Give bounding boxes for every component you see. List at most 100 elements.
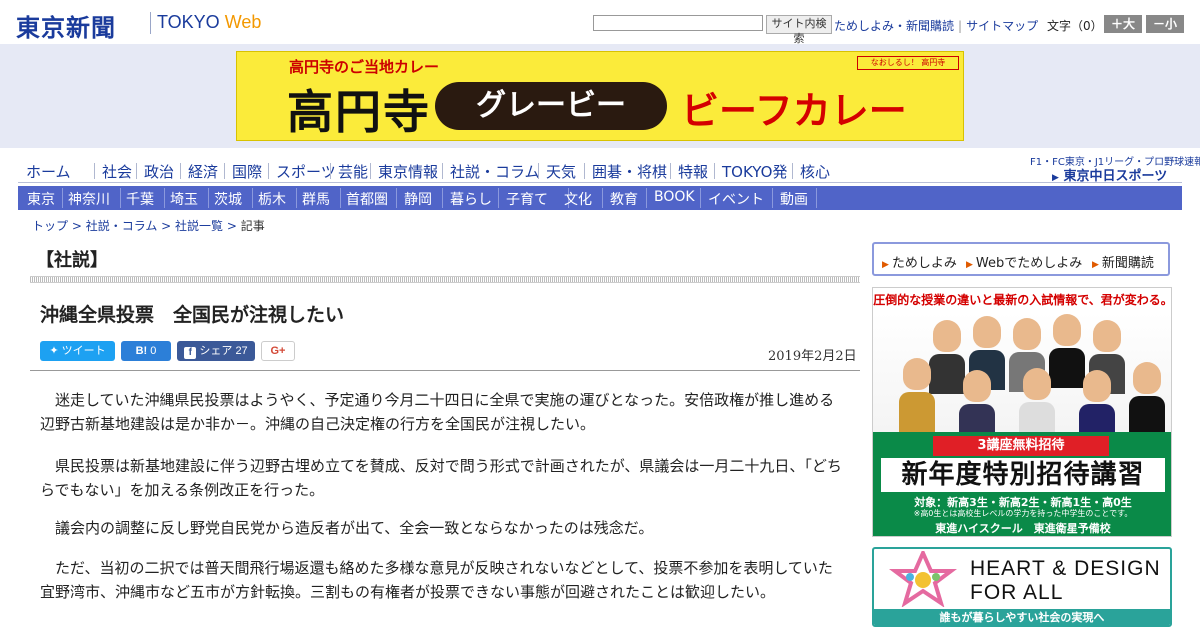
nav-tokyo[interactable]: 東京 bbox=[27, 189, 55, 209]
breadcrumb-editorial-column[interactable]: 社説・コラム bbox=[86, 219, 158, 233]
toshin-ad[interactable]: 圧倒的な授業の違いと最新の入試情報で、君が変わる。 3講座無料招待 新年度特別招… bbox=[872, 287, 1172, 537]
article-date: 2019年2月2日 bbox=[768, 349, 857, 364]
nav-shizuoka[interactable]: 静岡 bbox=[404, 189, 432, 209]
font-smaller-button[interactable]: －小 bbox=[1146, 15, 1184, 33]
subscription-links-box: ▶ ためしよみ ▶ Webでためしよみ ▶ 新聞購読 bbox=[872, 242, 1170, 276]
nav-tokyo-info[interactable]: 東京情報 bbox=[378, 161, 438, 182]
site-logo-en[interactable]: TOKYO Web bbox=[157, 12, 261, 33]
nav-kakushin[interactable]: 核心 bbox=[800, 161, 830, 182]
nav-parenting[interactable]: 子育て bbox=[506, 189, 548, 209]
nav-divider bbox=[296, 188, 297, 208]
facebook-share-count: 27 bbox=[235, 345, 248, 357]
nav-education[interactable]: 教育 bbox=[610, 189, 638, 209]
nav-divider bbox=[224, 163, 225, 179]
nav-divider bbox=[330, 163, 331, 179]
web-trial-read-label: Webでためしよみ bbox=[975, 256, 1083, 271]
nav-book[interactable]: BOOK bbox=[654, 189, 695, 205]
nav-tochigi[interactable]: 栃木 bbox=[258, 189, 286, 209]
nav-divider bbox=[442, 163, 443, 179]
nav-divider bbox=[816, 188, 817, 208]
toshin-note: ※高0生とは高校生レベルの学力を持った中学生のことです。 bbox=[913, 509, 1133, 518]
arrow-right-icon: ▶ bbox=[1052, 173, 1059, 183]
chunichi-sports-link[interactable]: ▶ 東京中日スポーツ bbox=[1052, 165, 1167, 184]
article-title: 沖縄全県投票 全国民が注視したい bbox=[40, 304, 345, 326]
heart-design-ad[interactable]: HEART & DESIGN FOR ALL 誰もが暮らしやすい社会の実現へ bbox=[872, 547, 1172, 627]
nav-editorial-column[interactable]: 社説・コラム bbox=[450, 161, 540, 182]
trial-subscribe-link[interactable]: ためしよみ・新聞購読 bbox=[834, 19, 954, 33]
nav-weather[interactable]: 天気 bbox=[546, 161, 576, 182]
subscribe-label: 新聞購読 bbox=[1101, 256, 1154, 271]
banner-gravy: グレービー bbox=[435, 82, 667, 130]
nav-sports[interactable]: スポーツ bbox=[276, 161, 336, 182]
nav-divider bbox=[646, 188, 647, 208]
article-paragraph: 議会内の調整に反し野党自民党から造反者が出て、全会一致とならなかったのは残念だ。 bbox=[55, 519, 654, 537]
nav-divider bbox=[602, 188, 603, 208]
heart-design-band: 誰もが暮らしやすい社会の実現へ bbox=[874, 609, 1170, 625]
tweet-label: ツイート bbox=[61, 345, 106, 357]
nav-divider bbox=[208, 188, 209, 208]
bird-icon: ✦ bbox=[49, 345, 59, 357]
sitemap-link[interactable]: サイトマップ bbox=[966, 19, 1038, 33]
web-trial-read-link[interactable]: ▶ Webでためしよみ bbox=[966, 252, 1082, 271]
top-bar: 東京新聞 TOKYO Web サイト内検索 ためしよみ・新聞購読 | サイトマップ … bbox=[0, 0, 1200, 45]
primary-nav: ホーム 社会 政治 経済 国際 スポーツ 芸能 東京情報 社説・コラム 天気 囲… bbox=[18, 158, 1182, 183]
article-paragraph: 迷走していた沖縄県民投票はようやく、予定通り今月二十四日に全県で実施の運びとなっ… bbox=[40, 391, 835, 433]
breadcrumb-editorial-list[interactable]: 社説一覧 bbox=[175, 219, 223, 233]
nav-living[interactable]: 暮らし bbox=[450, 189, 492, 209]
hatena-b-icon: B! bbox=[135, 345, 148, 357]
nav-divider bbox=[714, 163, 715, 179]
font-size-label: 文字（0） bbox=[1047, 19, 1103, 33]
nav-kanagawa[interactable]: 神奈川 bbox=[68, 189, 110, 209]
nav-divider bbox=[136, 163, 137, 179]
nav-divider bbox=[62, 188, 63, 208]
nav-divider bbox=[340, 188, 341, 208]
trial-read-link[interactable]: ▶ ためしよみ bbox=[882, 252, 957, 271]
nav-divider bbox=[252, 188, 253, 208]
heart-design-line1: HEART & DESIGN bbox=[970, 557, 1161, 580]
nav-event[interactable]: イベント bbox=[708, 189, 764, 209]
facebook-share-label: シェア bbox=[199, 345, 233, 357]
heart-design-line2: FOR ALL bbox=[970, 581, 1064, 604]
nav-entertainment[interactable]: 芸能 bbox=[338, 161, 368, 182]
nav-divider bbox=[442, 188, 443, 208]
site-logo[interactable]: 東京新聞 bbox=[16, 8, 116, 43]
nav-video[interactable]: 動画 bbox=[780, 189, 808, 209]
nav-society[interactable]: 社会 bbox=[102, 161, 132, 182]
search-input[interactable] bbox=[593, 15, 763, 31]
nav-tokyo-hatsu[interactable]: TOKYO発 bbox=[722, 161, 787, 182]
secondary-nav: 東京 神奈川 千葉 埼玉 茨城 栃木 群馬 首都圏 静岡 暮らし 子育て 文化 … bbox=[18, 186, 1182, 210]
curry-banner-ad[interactable]: 高円寺のご当地カレー 高円寺 グレービー ビーフカレー なおしるし！ 高円寺 bbox=[236, 51, 964, 141]
article-category: 【社説】 bbox=[36, 250, 108, 271]
article-divider bbox=[30, 370, 860, 371]
nav-saitama[interactable]: 埼玉 bbox=[170, 189, 198, 209]
dotted-divider bbox=[30, 276, 860, 283]
nav-politics[interactable]: 政治 bbox=[144, 161, 174, 182]
nav-chiba[interactable]: 千葉 bbox=[126, 189, 154, 209]
logo-en-web: Web bbox=[224, 12, 262, 32]
tweet-button[interactable]: ✦ ツイート bbox=[40, 341, 115, 361]
subscribe-link[interactable]: ▶ 新聞購読 bbox=[1092, 252, 1154, 271]
nav-economy[interactable]: 経済 bbox=[188, 161, 218, 182]
nav-world[interactable]: 国際 bbox=[232, 161, 262, 182]
font-bigger-button[interactable]: ＋大 bbox=[1104, 15, 1142, 33]
nav-divider bbox=[396, 188, 397, 208]
nav-home[interactable]: ホーム bbox=[26, 161, 71, 182]
star-logo-icon bbox=[889, 551, 957, 607]
nav-go-shogi[interactable]: 囲碁・将棋 bbox=[592, 161, 667, 182]
facebook-share-button[interactable]: f シェア 27 bbox=[177, 341, 255, 361]
nav-tokuho[interactable]: 特報 bbox=[678, 161, 708, 182]
teachers-photo bbox=[873, 312, 1171, 444]
site-search-button[interactable]: サイト内検索 bbox=[766, 15, 832, 45]
nav-divider bbox=[670, 163, 671, 179]
nav-divider bbox=[772, 188, 773, 208]
hatena-bookmark-button[interactable]: B! 0 bbox=[121, 341, 171, 361]
triangle-right-icon: ▶ bbox=[882, 260, 889, 270]
google-plus-button[interactable]: G+ bbox=[261, 341, 295, 361]
nav-gunma[interactable]: 群馬 bbox=[302, 189, 330, 209]
nav-ibaraki[interactable]: 茨城 bbox=[214, 189, 242, 209]
breadcrumb-top[interactable]: トップ bbox=[32, 219, 68, 233]
toshin-ad-headline: 圧倒的な授業の違いと最新の入試情報で、君が変わる。 bbox=[873, 293, 1172, 307]
nav-culture[interactable]: 文化 bbox=[564, 189, 592, 209]
nav-shutoken[interactable]: 首都圏 bbox=[346, 189, 388, 209]
breadcrumb-current: 記事 bbox=[240, 219, 265, 233]
